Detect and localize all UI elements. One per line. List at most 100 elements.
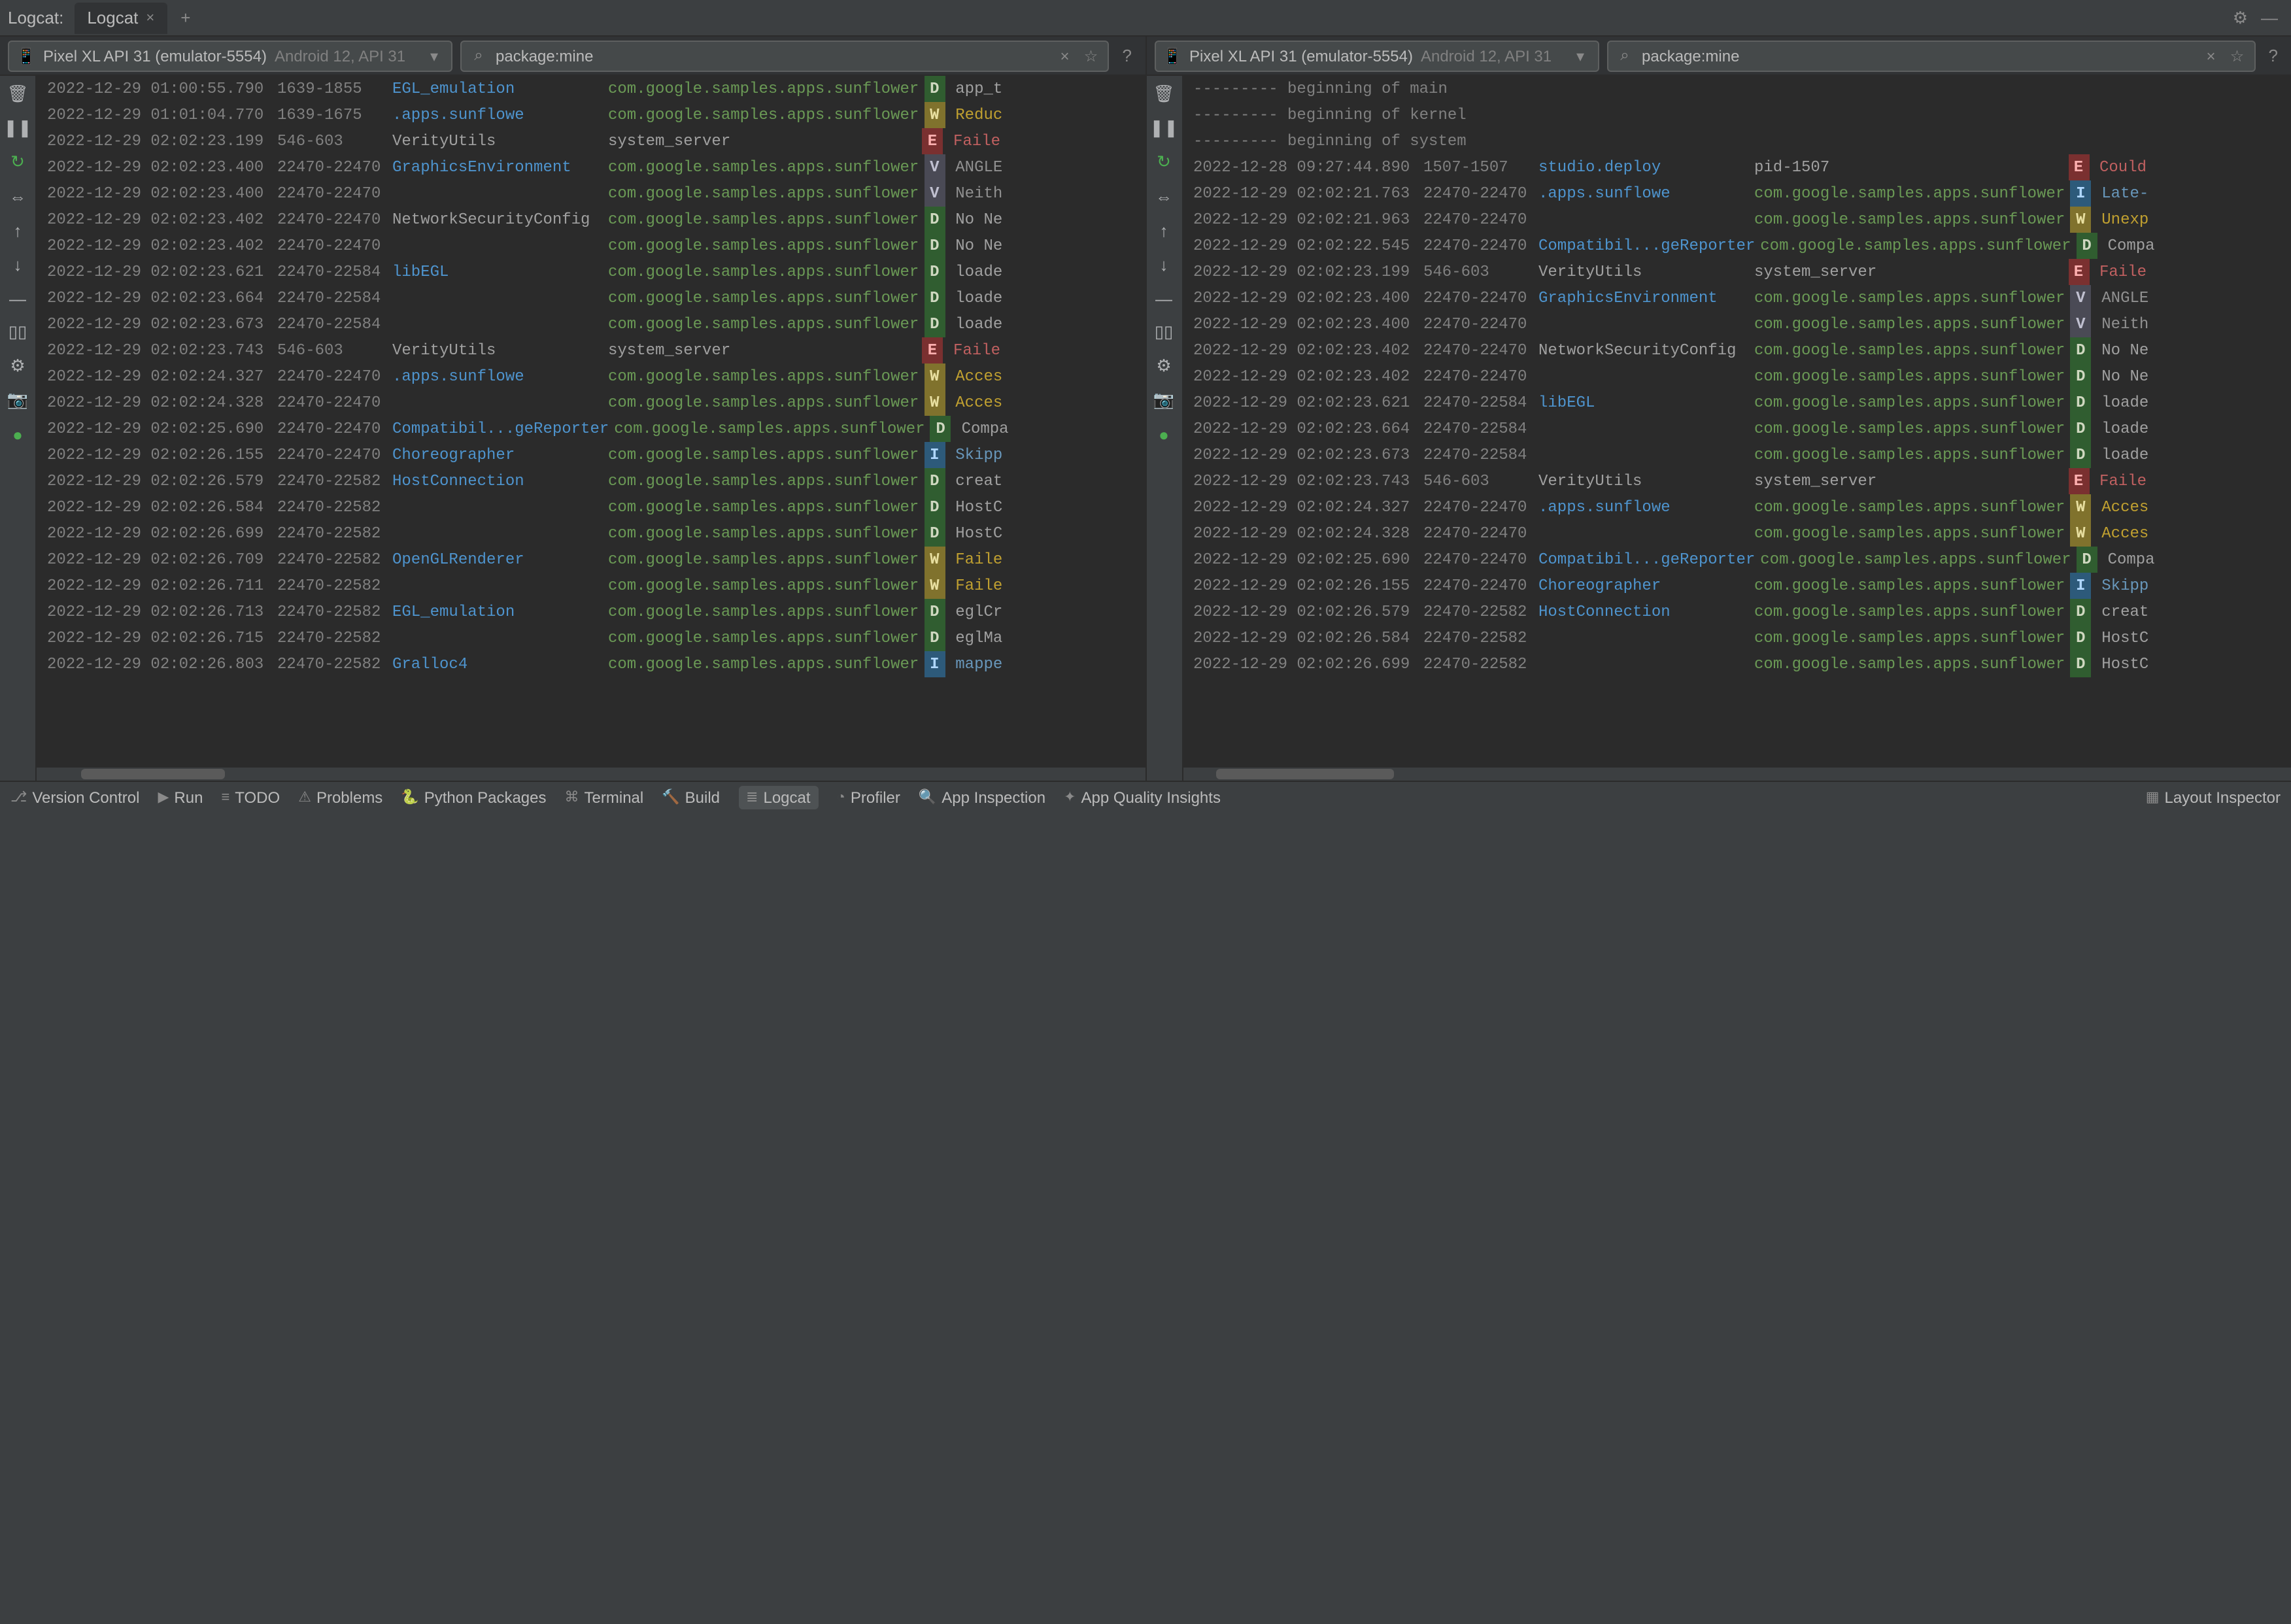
bottombar-problems[interactable]: ⚠Problems: [298, 788, 382, 806]
device-selector[interactable]: 📱 Pixel XL API 31 (emulator-5554) Androi…: [1154, 40, 1599, 71]
reload-icon[interactable]: ↻: [5, 149, 31, 175]
log-line[interactable]: 2022-12-29 02:02:23.400 22470-22470 Grap…: [37, 154, 1145, 180]
log-line[interactable]: 2022-12-29 02:02:23.621 22470-22584 libE…: [37, 259, 1145, 285]
up-icon[interactable]: ↑: [1151, 217, 1177, 243]
log-line[interactable]: 2022-12-29 02:02:22.545 22470-22470 Comp…: [1183, 233, 2291, 259]
add-tab-icon[interactable]: +: [170, 8, 201, 27]
settings-icon[interactable]: ⚙: [5, 353, 31, 379]
log-line[interactable]: 2022-12-29 02:02:24.327 22470-22470 .app…: [37, 364, 1145, 390]
log-line[interactable]: 2022-12-29 02:02:26.584 22470-22582 com.…: [1183, 625, 2291, 651]
record-icon[interactable]: ●: [5, 421, 31, 447]
log-line[interactable]: 2022-12-29 02:02:23.621 22470-22584 libE…: [1183, 390, 2291, 416]
log-line[interactable]: 2022-12-29 01:01:04.770 1639-1675 .apps.…: [37, 102, 1145, 128]
split-icon[interactable]: ▯▯: [1151, 319, 1177, 345]
log-line[interactable]: 2022-12-29 02:02:23.402 22470-22470 Netw…: [1183, 337, 2291, 364]
log-line[interactable]: 2022-12-29 02:02:21.963 22470-22470 com.…: [1183, 207, 2291, 233]
bottombar-python-packages[interactable]: 🐍Python Packages: [401, 788, 546, 806]
log-line[interactable]: 2022-12-29 02:02:26.699 22470-22582 com.…: [37, 520, 1145, 547]
log-line[interactable]: 2022-12-29 02:02:23.743 546-603 VerityUt…: [37, 337, 1145, 364]
pause-icon[interactable]: ❚❚: [1151, 115, 1177, 141]
clear-icon[interactable]: ×: [1056, 46, 1074, 65]
settings-icon[interactable]: ⚙: [1151, 353, 1177, 379]
log-line[interactable]: 2022-12-29 02:02:23.400 22470-22470 Grap…: [1183, 285, 2291, 311]
log-message: eglMa: [950, 625, 1002, 651]
log-line[interactable]: 2022-12-29 02:02:26.715 22470-22582 com.…: [37, 625, 1145, 651]
log-package: system_server: [603, 337, 917, 364]
help-icon[interactable]: ?: [2264, 46, 2283, 65]
log-line[interactable]: 2022-12-29 02:02:23.664 22470-22584 com.…: [37, 285, 1145, 311]
log-line[interactable]: 2022-12-29 02:02:23.402 22470-22470 com.…: [1183, 364, 2291, 390]
pause-icon[interactable]: ❚❚: [5, 115, 31, 141]
horizontal-scrollbar[interactable]: [1183, 768, 2291, 781]
log-line[interactable]: 2022-12-29 02:02:26.709 22470-22582 Open…: [37, 547, 1145, 573]
minimize-icon[interactable]: —: [2261, 8, 2278, 27]
log-line[interactable]: 2022-12-29 02:02:25.690 22470-22470 Comp…: [37, 416, 1145, 442]
bottombar-terminal[interactable]: ⌘Terminal: [565, 788, 644, 806]
log-line[interactable]: 2022-12-29 02:02:24.328 22470-22470 com.…: [37, 390, 1145, 416]
log-content[interactable]: --------- beginning of main--------- beg…: [1183, 76, 2291, 768]
screenshot-icon[interactable]: 📷: [5, 387, 31, 413]
trash-icon[interactable]: 🗑: [5, 81, 31, 107]
star-icon[interactable]: ☆: [1082, 46, 1100, 65]
log-line[interactable]: 2022-12-29 02:02:25.690 22470-22470 Comp…: [1183, 547, 2291, 573]
bottombar-run[interactable]: ▶Run: [158, 788, 203, 806]
log-tag: EGL_emulation: [387, 599, 603, 625]
log-line[interactable]: 2022-12-29 02:02:23.743 546-603 VerityUt…: [1183, 468, 2291, 494]
help-icon[interactable]: ?: [1117, 46, 1137, 65]
reload-icon[interactable]: ↻: [1151, 149, 1177, 175]
wrap-icon[interactable]: ⇔: [1151, 183, 1177, 209]
log-line[interactable]: 2022-12-29 02:02:23.400 22470-22470 com.…: [1183, 311, 2291, 337]
log-line[interactable]: 2022-12-29 02:02:26.711 22470-22582 com.…: [37, 573, 1145, 599]
filter-input[interactable]: [496, 46, 1048, 65]
log-line[interactable]: 2022-12-29 02:02:23.673 22470-22584 com.…: [37, 311, 1145, 337]
log-line[interactable]: 2022-12-29 02:02:23.199 546-603 VerityUt…: [1183, 259, 2291, 285]
wrap-icon[interactable]: ⇔: [5, 183, 31, 209]
log-line[interactable]: 2022-12-29 01:00:55.790 1639-1855 EGL_em…: [37, 76, 1145, 102]
log-line[interactable]: 2022-12-29 02:02:26.155 22470-22470 Chor…: [1183, 573, 2291, 599]
bottombar-app-quality-insights[interactable]: ✦App Quality Insights: [1064, 788, 1221, 806]
screenshot-icon[interactable]: 📷: [1151, 387, 1177, 413]
tab-logcat[interactable]: Logcat ×: [74, 2, 167, 33]
bottombar-todo[interactable]: ≡TODO: [221, 788, 280, 806]
log-content[interactable]: 2022-12-29 01:00:55.790 1639-1855 EGL_em…: [37, 76, 1145, 768]
device-selector[interactable]: 📱 Pixel XL API 31 (emulator-5554) Androi…: [8, 40, 452, 71]
record-icon[interactable]: ●: [1151, 421, 1177, 447]
bottombar-layout-inspector[interactable]: ▦Layout Inspector: [2146, 788, 2281, 806]
log-line[interactable]: 2022-12-29 02:02:23.402 22470-22470 com.…: [37, 233, 1145, 259]
log-line[interactable]: 2022-12-29 02:02:23.402 22470-22470 Netw…: [37, 207, 1145, 233]
star-icon[interactable]: ☆: [2228, 46, 2247, 65]
clear-icon[interactable]: ×: [2202, 46, 2220, 65]
down-icon[interactable]: ↓: [1151, 251, 1177, 277]
log-level-badge: W: [2070, 494, 2091, 520]
bottombar-profiler[interactable]: ◔Profiler: [837, 788, 900, 806]
log-line[interactable]: 2022-12-29 02:02:26.699 22470-22582 com.…: [1183, 651, 2291, 677]
log-line[interactable]: 2022-12-29 02:02:26.713 22470-22582 EGL_…: [37, 599, 1145, 625]
bottombar-logcat[interactable]: ≣Logcat: [738, 785, 819, 809]
log-line[interactable]: 2022-12-29 02:02:23.673 22470-22584 com.…: [1183, 442, 2291, 468]
bottombar-app-inspection[interactable]: 🔍App Inspection: [919, 788, 1045, 806]
log-line[interactable]: 2022-12-29 02:02:26.155 22470-22470 Chor…: [37, 442, 1145, 468]
bottombar-build[interactable]: 🔨Build: [662, 788, 720, 806]
split-icon[interactable]: ▯▯: [5, 319, 31, 345]
log-line[interactable]: 2022-12-29 02:02:26.579 22470-22582 Host…: [37, 468, 1145, 494]
log-line[interactable]: 2022-12-29 02:02:26.584 22470-22582 com.…: [37, 494, 1145, 520]
log-line[interactable]: 2022-12-29 02:02:23.400 22470-22470 com.…: [37, 180, 1145, 207]
log-line[interactable]: 2022-12-29 02:02:23.664 22470-22584 com.…: [1183, 416, 2291, 442]
log-line[interactable]: 2022-12-29 02:02:26.803 22470-22582 Gral…: [37, 651, 1145, 677]
trash-icon[interactable]: 🗑: [1151, 81, 1177, 107]
log-line[interactable]: 2022-12-29 02:02:24.327 22470-22470 .app…: [1183, 494, 2291, 520]
up-icon[interactable]: ↑: [5, 217, 31, 243]
log-line[interactable]: 2022-12-28 09:27:44.890 1507-1507 studio…: [1183, 154, 2291, 180]
down-icon[interactable]: ↓: [5, 251, 31, 277]
filter-input[interactable]: [1642, 46, 2194, 65]
horizontal-scrollbar[interactable]: [37, 768, 1145, 781]
log-level-badge: D: [2070, 442, 2091, 468]
bottombar-version-control[interactable]: ⎇Version Control: [10, 788, 139, 806]
log-line[interactable]: 2022-12-29 02:02:23.199 546-603 VerityUt…: [37, 128, 1145, 154]
log-message: Compa: [2103, 547, 2155, 573]
gear-icon[interactable]: ⚙: [2233, 7, 2248, 28]
close-icon[interactable]: ×: [146, 10, 154, 25]
log-line[interactable]: 2022-12-29 02:02:21.763 22470-22470 .app…: [1183, 180, 2291, 207]
log-line[interactable]: 2022-12-29 02:02:24.328 22470-22470 com.…: [1183, 520, 2291, 547]
log-line[interactable]: 2022-12-29 02:02:26.579 22470-22582 Host…: [1183, 599, 2291, 625]
